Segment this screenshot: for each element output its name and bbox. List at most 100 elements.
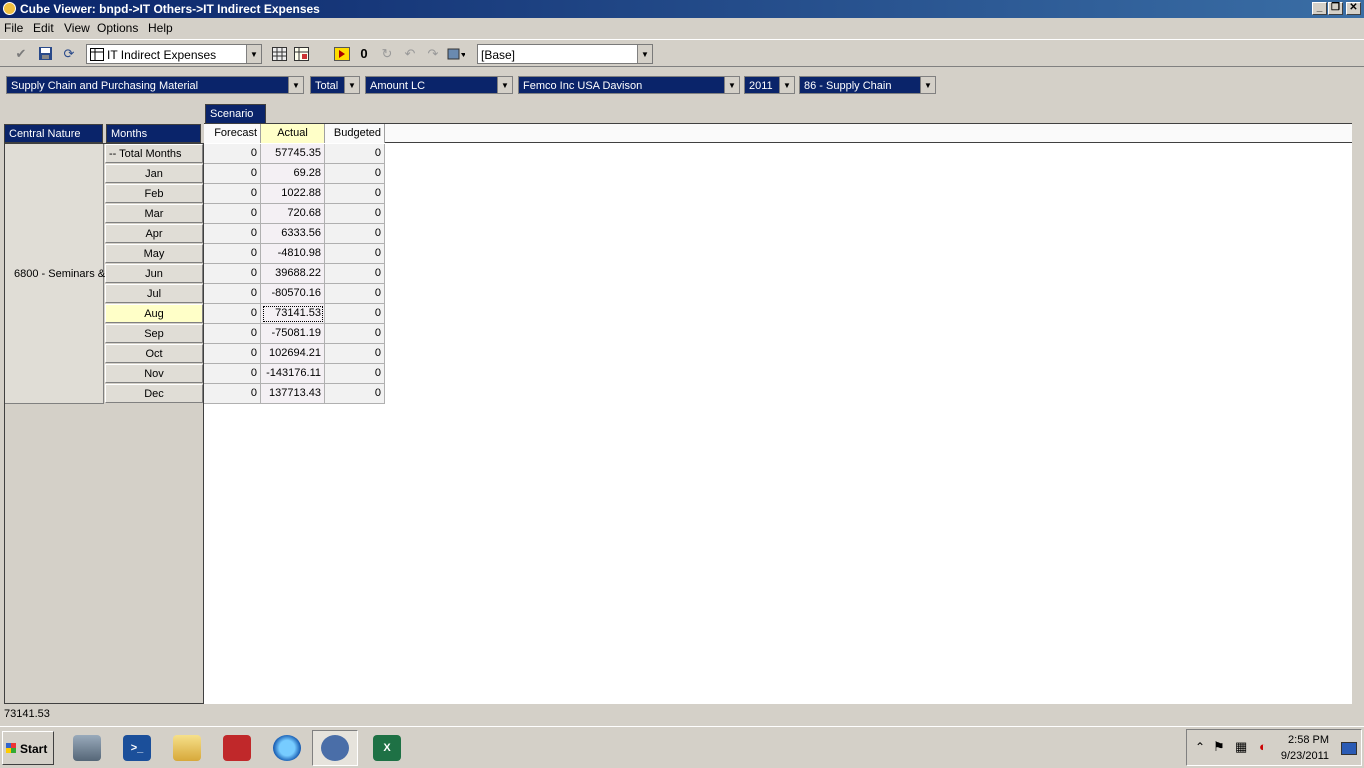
chevron-down-icon[interactable]: ▼ (246, 45, 261, 63)
clock-time[interactable]: 2:58 PM (1288, 734, 1329, 746)
row-header-month[interactable]: May (105, 244, 203, 263)
clock-date[interactable]: 9/23/2011 (1281, 750, 1329, 762)
toolbox-button[interactable] (214, 730, 260, 766)
data-cell[interactable]: 0 (325, 244, 385, 264)
explorer-button[interactable] (164, 730, 210, 766)
row-header-month[interactable]: Feb (105, 184, 203, 203)
data-cell[interactable]: 0 (325, 304, 385, 324)
dimension-selector[interactable]: Femco Inc USA Davison ▼ (518, 76, 740, 94)
data-cell[interactable]: 0 (204, 164, 261, 184)
row-header-month[interactable]: Sep (105, 324, 203, 343)
row-header-month[interactable]: -- Total Months (105, 144, 203, 163)
data-cell[interactable]: 0 (204, 144, 261, 164)
data-cell[interactable]: 0 (325, 144, 385, 164)
data-cell[interactable]: 0 (325, 204, 385, 224)
data-cell[interactable]: 0 (204, 244, 261, 264)
data-cell[interactable]: -80570.16 (261, 284, 325, 304)
close-button[interactable]: ✕ (1346, 2, 1361, 15)
row-header-month[interactable]: Apr (105, 224, 203, 243)
data-cell[interactable]: 0 (204, 224, 261, 244)
chevron-down-icon[interactable]: ▼ (724, 77, 739, 93)
data-cell[interactable]: -4810.98 (261, 244, 325, 264)
row-header-month[interactable]: Jun (105, 264, 203, 283)
dimension-selector[interactable]: 2011 ▼ (744, 76, 795, 94)
data-cell[interactable]: 39688.22 (261, 264, 325, 284)
chevron-down-icon[interactable]: ▼ (920, 77, 935, 93)
cube-viewer-button[interactable] (312, 730, 358, 766)
undo-icon[interactable]: ↶ (401, 45, 419, 62)
check-icon[interactable]: ✔ (12, 45, 30, 62)
dimension-selector[interactable]: Supply Chain and Purchasing Material ▼ (6, 76, 304, 94)
data-cell[interactable]: 720.68 (261, 204, 325, 224)
menu-file[interactable]: File (4, 21, 23, 35)
cube-select[interactable]: IT Indirect Expenses ▼ (86, 44, 262, 64)
zero-suppress-icon[interactable]: 0 (355, 45, 373, 62)
data-cell[interactable]: -143176.11 (261, 364, 325, 384)
restore-button[interactable]: ❐ (1328, 2, 1343, 15)
dimension-selector[interactable]: Total ▼ (310, 76, 360, 94)
data-cell[interactable]: 0 (325, 284, 385, 304)
data-cell[interactable]: 6333.56 (261, 224, 325, 244)
data-cell[interactable]: 102694.21 (261, 344, 325, 364)
data-cell[interactable]: 0 (204, 304, 261, 324)
grid-settings-icon[interactable] (292, 45, 310, 62)
data-cell[interactable]: 69.28 (261, 164, 325, 184)
row-header-month[interactable]: Dec (105, 384, 203, 403)
row-header-month[interactable]: Mar (105, 204, 203, 223)
row-header-month[interactable]: Oct (105, 344, 203, 363)
network-icon[interactable]: ▦ (1235, 739, 1247, 755)
grid-icon[interactable] (270, 45, 288, 62)
action-center-flag-icon[interactable]: ⚑ (1213, 739, 1225, 755)
row-header-month[interactable]: Jan (105, 164, 203, 183)
chevron-down-icon[interactable]: ▼ (779, 77, 794, 93)
powershell-button[interactable]: >_ (114, 730, 160, 766)
show-desktop-icon[interactable] (1341, 742, 1357, 755)
row-dimension-header-1[interactable]: Central Nature (4, 124, 103, 143)
data-cell[interactable]: 0 (325, 324, 385, 344)
data-cell[interactable]: 73141.53 (261, 304, 325, 324)
arrow-right-icon[interactable] (333, 45, 351, 62)
data-cell[interactable]: 57745.35 (261, 144, 325, 164)
data-cell[interactable]: 0 (204, 284, 261, 304)
data-cell[interactable]: 0 (204, 344, 261, 364)
data-cell[interactable]: 0 (325, 384, 385, 404)
excel-button[interactable]: X (364, 730, 410, 766)
row-header-month[interactable]: Jul (105, 284, 203, 303)
row-dimension-header-2[interactable]: Months (106, 124, 201, 143)
data-cell[interactable]: 0 (204, 364, 261, 384)
menu-help[interactable]: Help (148, 21, 173, 35)
column-header-forecast[interactable]: Forecast (204, 124, 261, 143)
data-cell[interactable]: 0 (325, 184, 385, 204)
chevron-down-icon[interactable]: ▼ (637, 45, 652, 63)
data-cell[interactable]: 0 (325, 224, 385, 244)
row-header-month[interactable]: Nov (105, 364, 203, 383)
row-group-header[interactable]: 6800 - Seminars & (5, 144, 105, 404)
column-header-actual[interactable]: Actual (261, 124, 325, 143)
volume-muted-icon[interactable]: ◐ (1259, 739, 1267, 754)
data-cell[interactable]: 0 (325, 364, 385, 384)
column-header-budgeted[interactable]: Budgeted (325, 124, 385, 143)
data-cell[interactable]: -75081.19 (261, 324, 325, 344)
data-cell[interactable]: 0 (325, 264, 385, 284)
data-cell[interactable]: 1022.88 (261, 184, 325, 204)
data-cell[interactable]: 137713.43 (261, 384, 325, 404)
internet-explorer-button[interactable] (264, 730, 310, 766)
chevron-down-icon[interactable]: ▼ (288, 77, 303, 93)
recalc-icon[interactable]: ↻ (378, 45, 396, 62)
view-select[interactable]: [Base] ▼ (477, 44, 653, 64)
data-cell[interactable]: 0 (204, 384, 261, 404)
data-cell[interactable]: 0 (204, 324, 261, 344)
save-icon[interactable] (36, 45, 54, 62)
export-icon[interactable] (447, 45, 465, 62)
start-button[interactable]: Start (2, 731, 54, 765)
show-hidden-icons-icon[interactable]: ⌃ (1195, 740, 1205, 754)
data-cell[interactable]: 0 (325, 344, 385, 364)
data-cell[interactable]: 0 (325, 164, 385, 184)
refresh-icon[interactable]: ⟳ (60, 45, 78, 62)
data-cell[interactable]: 0 (204, 184, 261, 204)
dimension-selector[interactable]: Amount LC ▼ (365, 76, 513, 94)
chevron-down-icon[interactable]: ▼ (497, 77, 512, 93)
menu-edit[interactable]: Edit (33, 21, 54, 35)
data-cell[interactable]: 0 (204, 204, 261, 224)
menu-view[interactable]: View (64, 21, 90, 35)
